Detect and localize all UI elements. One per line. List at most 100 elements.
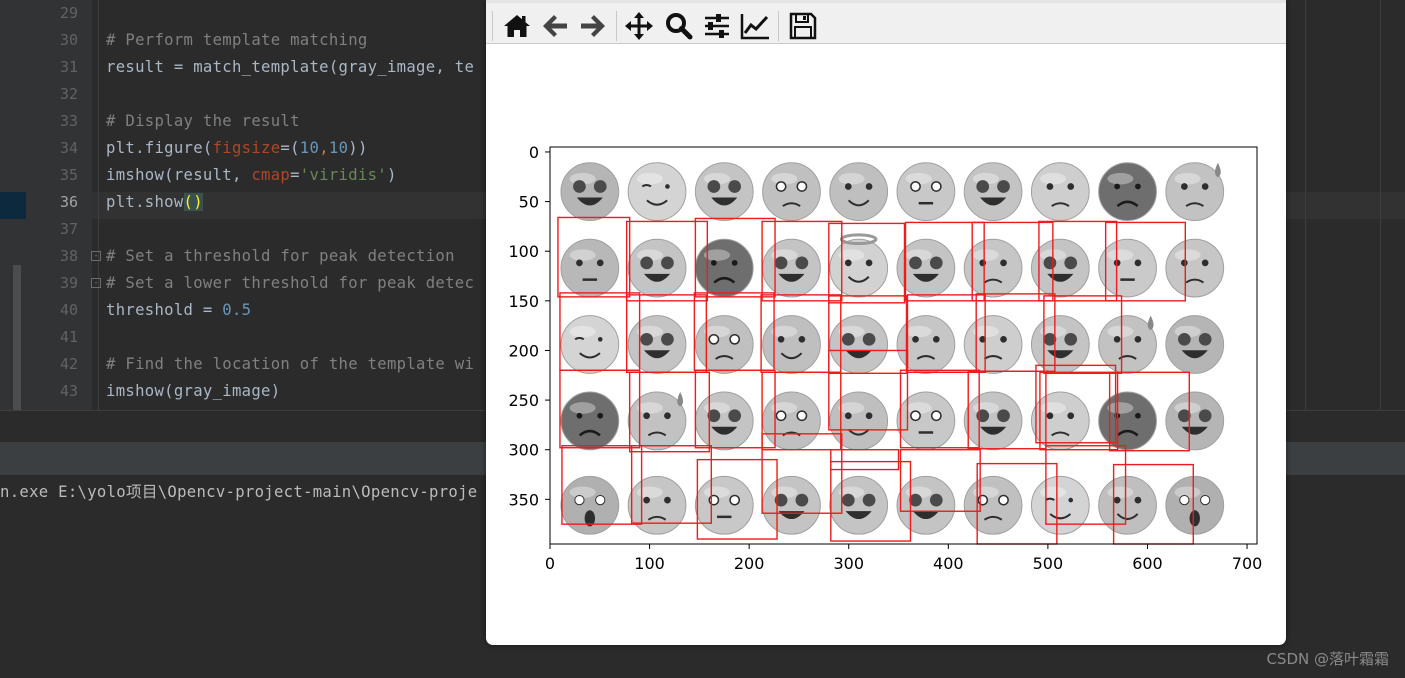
zoom-button[interactable] (662, 9, 696, 43)
code-token: # Set a lower threshold for peak detec (106, 274, 475, 292)
line-number: 34 (59, 139, 78, 157)
emoji-bandage (1165, 238, 1225, 298)
emoji-anxious-sweat (1165, 162, 1225, 222)
sliders-icon (705, 14, 729, 38)
matplotlib-figure-window[interactable]: 0 100 200 300 400 500 600 700 0 50 100 150 200 250 300… (486, 0, 1286, 645)
emoji-star-eyes (560, 162, 620, 222)
emoji-pleading (762, 162, 821, 222)
configure-subplots-button[interactable] (700, 9, 734, 43)
line-chart-icon (740, 14, 769, 40)
x-tick-label: 400 (933, 554, 964, 573)
code-token: # Find the location of the template wi (106, 355, 475, 373)
y-tick-label: 200 (508, 341, 539, 360)
code-line[interactable]: # Perform template matching (106, 27, 368, 54)
code-token: 10 (328, 139, 349, 157)
line-number: 40 (59, 301, 78, 319)
navigation-toolbar (486, 0, 1286, 44)
code-token: # Display the result (106, 112, 300, 130)
code-line[interactable]: # Set a lower threshold for peak detec (106, 270, 474, 297)
floppy-disk-icon (789, 12, 817, 40)
y-tick-label: 250 (508, 391, 539, 410)
fold-marker-icon[interactable]: - (91, 251, 101, 261)
emoji-wink (1030, 475, 1090, 535)
current-line-marker (0, 192, 26, 219)
y-tick-label: 50 (519, 193, 539, 212)
edit-axes-button[interactable] (738, 9, 772, 43)
code-line[interactable]: # Display the result (106, 108, 300, 135)
code-token: 'viridis' (299, 166, 387, 184)
plot-canvas[interactable]: 0 100 200 300 400 500 600 700 0 50 100 150 200 250 300… (486, 44, 1286, 645)
line-number: 39 (59, 274, 78, 292)
code-token: =( (280, 139, 300, 157)
code-line[interactable]: result = match_template(gray_image, te (106, 54, 474, 81)
code-line[interactable]: threshold = 0.5 (106, 297, 251, 324)
code-line[interactable]: plt.figure(figsize=(10,10)) (106, 135, 368, 162)
code-token: 0.5 (222, 301, 252, 319)
emoji-pensive (963, 315, 1023, 374)
editor-scrollbar-track[interactable] (1380, 0, 1381, 440)
x-tick-label: 600 (1132, 554, 1163, 573)
emoji-heart-eyes (829, 315, 889, 374)
emoji-heart-eyes (963, 391, 1023, 451)
code-token: imshow(gray_image) (106, 382, 281, 400)
emoji-heart-eyes (963, 162, 1023, 222)
emoji-zany (1098, 475, 1157, 535)
emoji-flushed (694, 475, 754, 535)
emoji-angry (560, 391, 620, 451)
line-number: 37 (59, 220, 78, 238)
line-number: 42 (59, 355, 78, 373)
x-tick-label: 500 (1033, 554, 1064, 573)
emoji-heart-eyes (896, 475, 956, 535)
magnifier-icon (666, 13, 693, 40)
right-margin-guide (1305, 0, 1306, 410)
code-line[interactable]: imshow(gray_image) (106, 378, 280, 405)
fold-marker-icon[interactable]: - (91, 278, 101, 288)
line-number: 32 (59, 85, 78, 103)
emoji-raised-eyebrow (560, 238, 620, 298)
line-number: 43 (59, 382, 78, 400)
y-tick-label: 300 (508, 441, 539, 460)
pan-button[interactable] (622, 9, 656, 43)
emoji-zany (762, 315, 821, 374)
arrow-right-icon (581, 15, 605, 37)
line-number: 31 (59, 58, 78, 76)
emoji-heart-eyes (694, 391, 754, 451)
line-number: 36 (59, 193, 78, 211)
emoji-zany (829, 162, 889, 222)
emoji-pleading (694, 315, 754, 374)
emoji-pensive (1030, 162, 1090, 222)
line-number-gutter: 29 30 31 32 33 34 35 36 37 38 39 40 41 42 43 (26, 0, 92, 440)
emoji-anxious-sweat (627, 391, 687, 451)
emoji-heart-eyes (694, 162, 754, 222)
code-token: plt.figure( (106, 139, 213, 157)
emoji-pleading (762, 391, 821, 451)
x-tick-label: 200 (734, 554, 765, 573)
code-token: () (183, 193, 203, 211)
code-token: )) (348, 139, 368, 157)
y-tick-label: 350 (508, 490, 539, 509)
code-token: , (319, 139, 329, 157)
line-number: 33 (59, 112, 78, 130)
emoji-zany (829, 391, 889, 451)
code-token: 10 (299, 139, 320, 157)
emoji-neutral (1098, 238, 1157, 298)
code-line[interactable]: # Find the location of the template wi (106, 351, 474, 378)
code-line[interactable]: imshow(result, cmap='viridis') (106, 162, 397, 189)
code-line[interactable]: # Set a threshold for peak detection (106, 243, 455, 270)
code-token: figsize (212, 139, 281, 157)
save-button[interactable] (786, 9, 820, 43)
home-icon (504, 15, 530, 37)
code-token: ) (387, 166, 397, 184)
code-token: cmap (251, 166, 291, 184)
home-button[interactable] (500, 9, 534, 43)
gutter-separator (98, 0, 99, 440)
watermark: CSDN @落叶霜霜 (1266, 650, 1389, 668)
toolbar-grip (492, 11, 493, 41)
code-line[interactable]: plt.show() (106, 189, 203, 216)
emoji-wink (627, 162, 687, 222)
emoji-heart-eyes (829, 475, 889, 535)
emoji-heart-eyes (1030, 238, 1090, 298)
forward-button[interactable] (576, 9, 610, 43)
code-token: result = match_template(gray_image, te (106, 58, 475, 76)
back-button[interactable] (538, 9, 572, 43)
